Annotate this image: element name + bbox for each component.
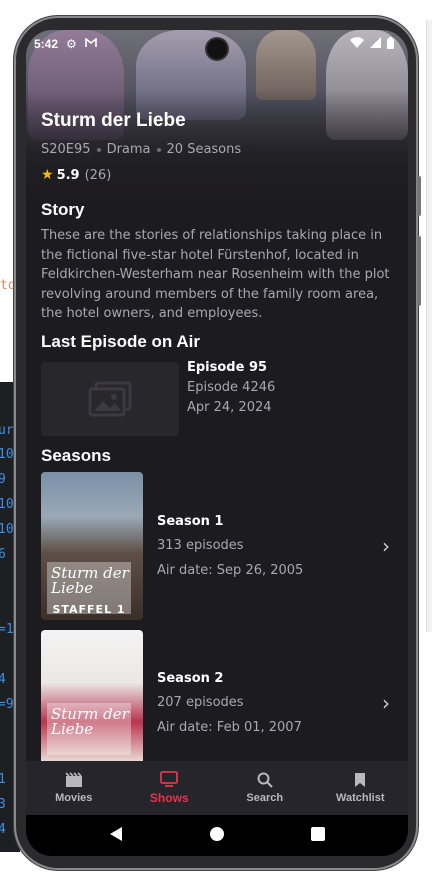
battery-icon	[387, 36, 394, 52]
separator-dot	[156, 147, 161, 152]
ide-code-line: 4	[0, 822, 6, 837]
ide-code-line: 3	[0, 797, 6, 812]
chevron-right-icon: ›	[382, 534, 390, 558]
nav-label: Shows	[149, 791, 189, 805]
home-icon[interactable]	[209, 826, 225, 846]
search-icon	[257, 772, 273, 788]
ide-code-line: 1	[0, 772, 6, 787]
story-text: These are the stories of relationships t…	[41, 228, 390, 321]
last-episode-heading: Last Episode on Air	[41, 332, 201, 351]
gear-icon: ⚙	[66, 37, 77, 51]
nav-label: Watchlist	[336, 792, 385, 804]
show-meta: S20E95 Drama 20 Seasons	[41, 142, 241, 157]
ide-code-line: 10	[0, 447, 14, 462]
nav-movies[interactable]: Movies	[26, 761, 122, 815]
poster-logo: Sturm der Liebe	[47, 703, 131, 755]
poster-tag: STAFFEL 1	[52, 603, 126, 616]
genre: Drama	[106, 142, 151, 157]
image-placeholder-icon	[88, 381, 132, 417]
show-title: Sturm der Liebe	[41, 110, 186, 131]
season-air-date: Air date: Sep 26, 2005	[157, 563, 304, 578]
star-icon: ★	[41, 167, 54, 183]
bottom-navigation: Movies Shows Search Watchlist	[26, 761, 408, 815]
ide-code-line: ur	[0, 423, 14, 438]
season-name: Season 2	[157, 671, 224, 686]
status-time: 5:42	[34, 37, 59, 51]
seasons-count: 20 Seasons	[166, 142, 242, 157]
season-air-date: Air date: Feb 01, 2007	[157, 720, 302, 735]
season-episodes: 313 episodes	[157, 538, 244, 553]
nav-watchlist[interactable]: Watchlist	[313, 761, 409, 815]
system-navigation-bar	[26, 815, 408, 856]
story-heading: Story	[41, 200, 85, 219]
separator-dot	[96, 147, 101, 152]
app-screen: 5:42 ⚙ Sturm der Liebe S20E95 Drama 20 S…	[26, 30, 408, 856]
gmail-icon	[84, 37, 97, 51]
season-poster: Sturm der Liebe STAFFEL 1	[41, 472, 143, 620]
power-button	[417, 236, 421, 306]
ide-code-line: 10	[0, 497, 14, 512]
episode-thumbnail[interactable]	[41, 362, 179, 436]
ide-code-line: =9	[0, 697, 14, 712]
season-episodes: 207 episodes	[157, 695, 244, 710]
ide-code-line: 4	[0, 672, 6, 687]
rating-score: 5.9	[56, 167, 80, 183]
ide-code-line: 6	[0, 547, 6, 562]
episode-number: Episode 4246	[187, 380, 276, 395]
ide-code-line: 10	[0, 522, 14, 537]
season-card[interactable]: Sturm der Liebe STAFFEL 1 Season 1 313 e…	[26, 472, 408, 622]
tv-icon	[160, 771, 179, 787]
volume-button	[417, 176, 421, 216]
rating: ★ 5.9 (26)	[41, 167, 111, 183]
ide-code-line: =1	[0, 622, 14, 637]
wifi-icon	[350, 37, 364, 51]
rating-count: (26)	[84, 167, 112, 183]
episode-code: S20E95	[41, 142, 91, 157]
ide-scrollbar[interactable]	[426, 20, 432, 632]
front-camera	[207, 39, 227, 59]
season-card[interactable]: Sturm der Liebe Season 2 207 episodes Ai…	[26, 630, 408, 780]
signal-icon	[370, 37, 381, 51]
episode-title: Episode 95	[187, 360, 268, 375]
nav-label: Search	[246, 792, 284, 804]
nav-shows[interactable]: Shows	[122, 761, 218, 815]
nav-label: Movies	[55, 792, 93, 804]
ide-code-line: 9	[0, 472, 6, 487]
movies-icon	[65, 772, 82, 787]
back-icon[interactable]	[109, 826, 123, 846]
season-name: Season 1	[157, 514, 224, 529]
episode-date: Apr 24, 2024	[187, 400, 272, 415]
season-poster: Sturm der Liebe	[41, 630, 143, 761]
recents-icon[interactable]	[311, 826, 325, 845]
nav-search[interactable]: Search	[217, 761, 313, 815]
seasons-heading: Seasons	[41, 446, 111, 465]
chevron-right-icon: ›	[382, 691, 390, 715]
bookmark-icon	[355, 773, 366, 787]
